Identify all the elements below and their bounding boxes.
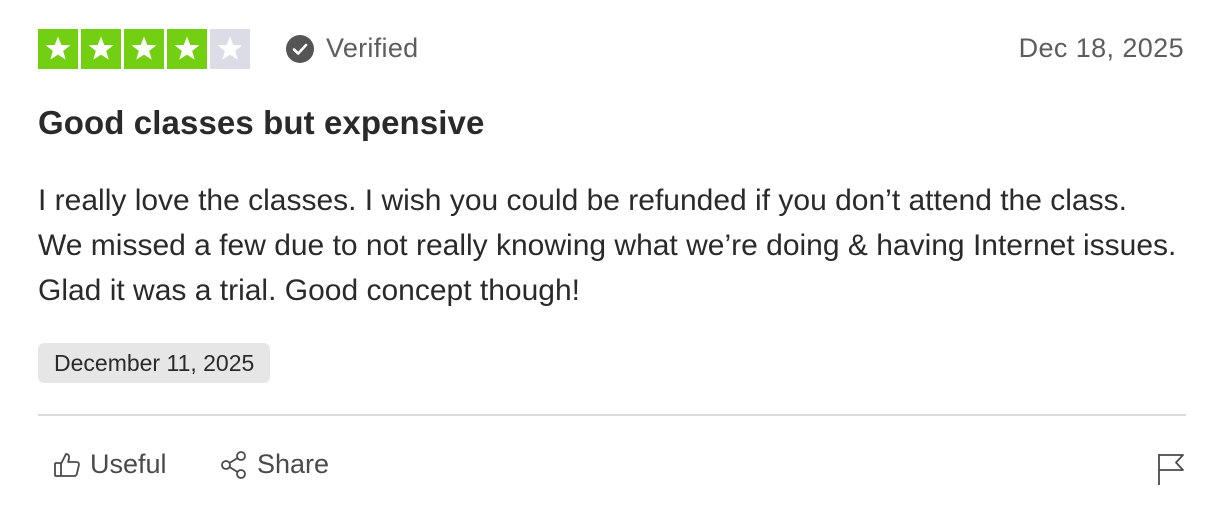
share-label: Share [257,449,330,479]
star-filled-icon [81,29,121,69]
verified-label: Verified [326,33,419,63]
star-filled-icon [124,29,164,69]
review-date: Dec 18, 2025 [1018,33,1184,63]
thumbs-up-icon [54,452,80,477]
experience-date-badge: December 11, 2025 [38,343,271,383]
check-circle-icon [286,34,314,63]
verified-badge: Verified [286,33,418,64]
star-filled-icon [38,29,78,69]
review-title: Good classes but expensive [38,104,485,141]
review-card: Verified Dec 18, 2025 Good classes but e… [0,0,1218,514]
flag-icon[interactable] [1156,452,1186,486]
star-empty-icon [210,29,250,69]
share-icon [221,450,246,479]
experience-date: December 11, 2025 [54,349,255,376]
useful-button[interactable]: Useful [52,449,167,480]
review-body: I really love the classes. I wish you co… [38,184,1177,307]
useful-label: Useful [90,449,167,479]
star-filled-icon [167,29,207,69]
divider [38,414,1186,416]
star-rating [38,29,250,69]
share-button[interactable]: Share [219,449,329,480]
